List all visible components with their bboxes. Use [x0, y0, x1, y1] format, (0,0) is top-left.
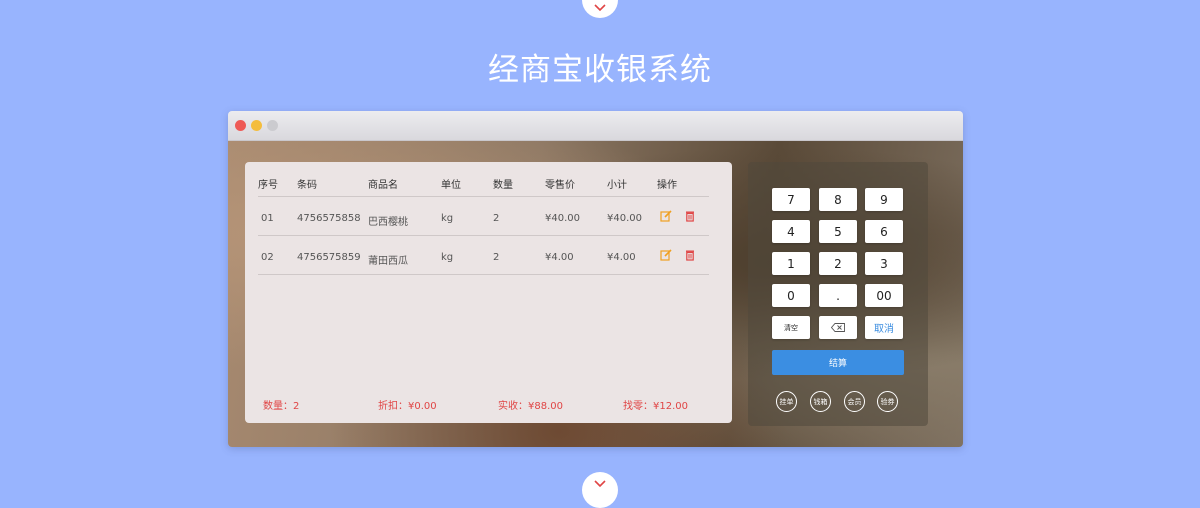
header-quantity: 数量 [493, 180, 513, 191]
scroll-down-button[interactable] [582, 472, 618, 508]
minimize-window-button[interactable] [251, 120, 262, 131]
cell-index: 01 [261, 213, 274, 224]
cell-index: 02 [261, 252, 274, 263]
cell-product-name: 巴西樱桃 [368, 217, 408, 228]
cell-unit: kg [441, 252, 454, 263]
cell-retail-price: ¥4.00 [545, 252, 574, 263]
cancel-button[interactable]: 取消 [865, 316, 903, 339]
row-actions [660, 210, 696, 222]
trash-icon[interactable] [684, 249, 696, 261]
cell-barcode: 4756575858 [297, 213, 361, 224]
key-6[interactable]: 6 [865, 220, 903, 243]
table-row: 01 4756575858 巴西樱桃 kg 2 ¥40.00 ¥40.00 [258, 197, 709, 236]
key-4[interactable]: 4 [772, 220, 810, 243]
cell-quantity: 2 [493, 252, 500, 263]
chevron-down-icon [594, 0, 606, 12]
key-8[interactable]: 8 [819, 188, 857, 211]
close-window-button[interactable] [235, 120, 246, 131]
table-row: 02 4756575859 莆田西瓜 kg 2 ¥4.00 ¥4.00 [258, 236, 709, 275]
window-content: 序号 条码 商品名 单位 数量 零售价 小计 操作 01 4756575858 … [228, 141, 963, 447]
backspace-icon [830, 321, 845, 335]
member-button[interactable]: 会员 [844, 391, 865, 412]
header-unit: 单位 [441, 180, 461, 191]
page-title: 经商宝收银系统 [488, 52, 712, 88]
header-product-name: 商品名 [368, 180, 398, 191]
header-retail-price: 零售价 [545, 180, 575, 191]
maximize-window-button[interactable] [267, 120, 278, 131]
key-00[interactable]: 00 [865, 284, 903, 307]
scroll-up-button[interactable] [582, 0, 618, 18]
clear-button[interactable]: 清空 [772, 316, 810, 339]
key-5[interactable]: 5 [819, 220, 857, 243]
edit-icon[interactable] [660, 210, 672, 222]
key-decimal[interactable]: . [819, 284, 857, 307]
header-barcode: 条码 [297, 180, 317, 191]
header-actions: 操作 [657, 180, 677, 191]
cell-product-name: 莆田西瓜 [368, 256, 408, 267]
key-7[interactable]: 7 [772, 188, 810, 211]
cell-unit: kg [441, 213, 454, 224]
key-3[interactable]: 3 [865, 252, 903, 275]
key-9[interactable]: 9 [865, 188, 903, 211]
backspace-button[interactable] [819, 316, 857, 339]
summary-change: 找零：¥12.00 [623, 401, 688, 412]
key-0[interactable]: 0 [772, 284, 810, 307]
header-subtotal: 小计 [607, 180, 627, 191]
cell-subtotal: ¥4.00 [607, 252, 636, 263]
cell-subtotal: ¥40.00 [607, 213, 642, 224]
window-titlebar [228, 111, 963, 141]
cash-drawer-button[interactable]: 钱箱 [810, 391, 831, 412]
key-2[interactable]: 2 [819, 252, 857, 275]
header-index: 序号 [258, 180, 278, 191]
cell-retail-price: ¥40.00 [545, 213, 580, 224]
key-1[interactable]: 1 [772, 252, 810, 275]
order-table-panel: 序号 条码 商品名 单位 数量 零售价 小计 操作 01 4756575858 … [245, 162, 732, 423]
table-header: 序号 条码 商品名 单位 数量 零售价 小计 操作 [258, 176, 709, 197]
keypad-panel: 7 8 9 4 5 6 1 2 3 0 . 00 清空 取消 结算 挂单 钱箱 … [748, 162, 928, 426]
summary-quantity: 数量：2 [263, 401, 300, 412]
summary-received: 实收：¥88.00 [498, 401, 563, 412]
trash-icon[interactable] [684, 210, 696, 222]
cell-quantity: 2 [493, 213, 500, 224]
cell-barcode: 4756575859 [297, 252, 361, 263]
edit-icon[interactable] [660, 249, 672, 261]
app-window: 序号 条码 商品名 单位 数量 零售价 小计 操作 01 4756575858 … [228, 111, 963, 447]
checkout-button[interactable]: 结算 [772, 350, 904, 375]
verify-coupon-button[interactable]: 验券 [877, 391, 898, 412]
summary-discount: 折扣：¥0.00 [378, 401, 437, 412]
row-actions [660, 249, 696, 261]
hold-order-button[interactable]: 挂单 [776, 391, 797, 412]
